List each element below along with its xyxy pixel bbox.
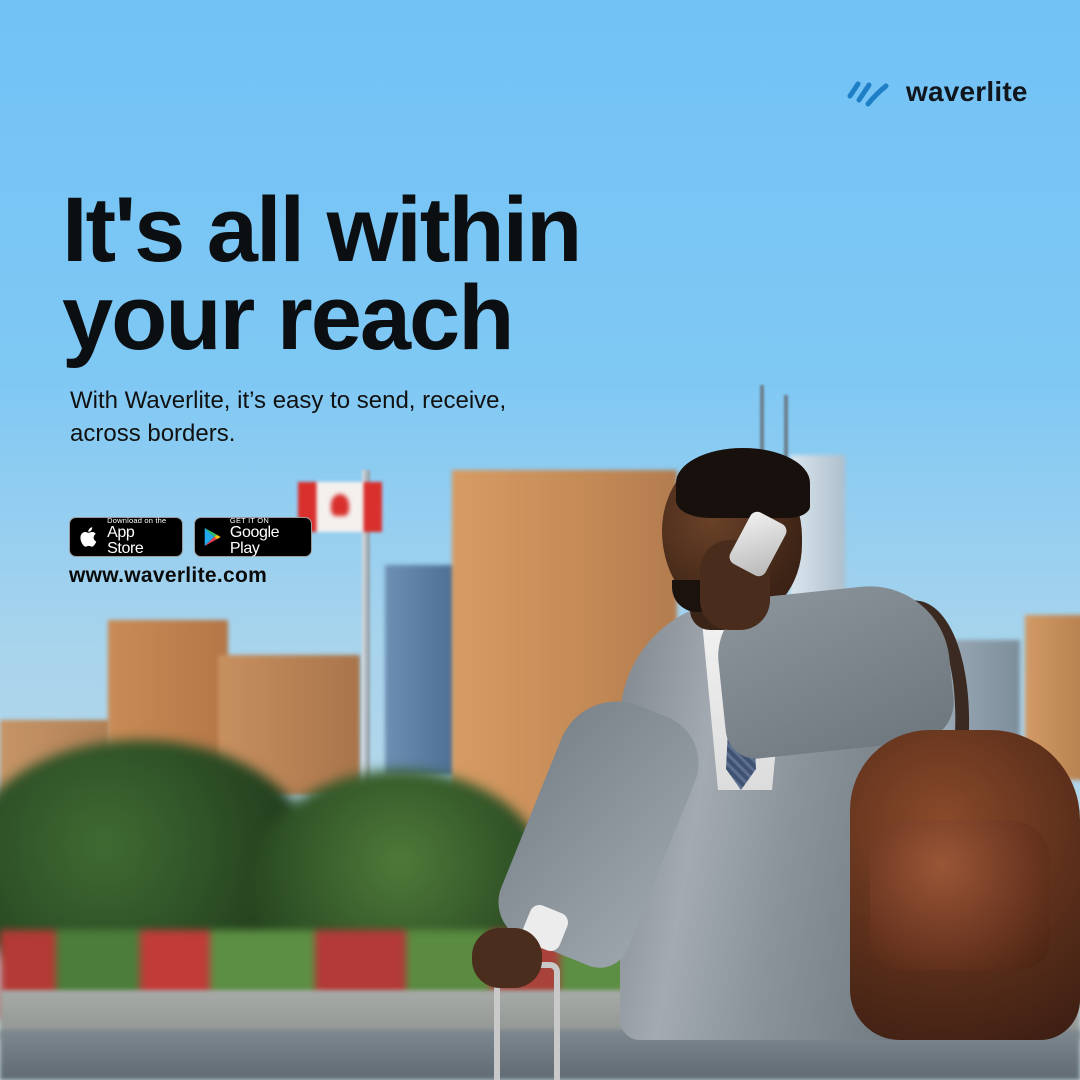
google-play-label: Google Play — [229, 524, 280, 558]
hand — [472, 928, 542, 988]
ad-canvas: waverlite It's all within your reach Wit… — [0, 0, 1080, 1080]
app-store-button[interactable]: Download on the App Store — [69, 517, 183, 557]
apple-icon — [80, 527, 97, 547]
headline-line-2: your reach — [62, 267, 514, 369]
backpack-pocket — [870, 820, 1050, 970]
headline-line-1: It's all within — [62, 179, 582, 281]
app-store-small-label: Download on the — [107, 515, 167, 525]
google-play-button[interactable]: GET IT ON Google Play — [194, 517, 312, 557]
brand-logo[interactable]: waverlite — [844, 76, 1028, 108]
subtitle: With Waverlite, it’s easy to send, recei… — [70, 387, 507, 447]
website-link[interactable]: www.waverlite.com — [69, 564, 267, 588]
google-play-icon — [204, 527, 221, 547]
store-badges: Download on the App Store GET IT ON Goog… — [69, 517, 312, 557]
brand-name: waverlite — [906, 76, 1028, 107]
waverlite-wave-icon — [847, 81, 889, 107]
hair — [676, 448, 810, 518]
headline: It's all within your reach — [62, 179, 702, 369]
app-store-label: App Store — [107, 524, 144, 558]
google-play-small-label: GET IT ON — [229, 515, 269, 525]
